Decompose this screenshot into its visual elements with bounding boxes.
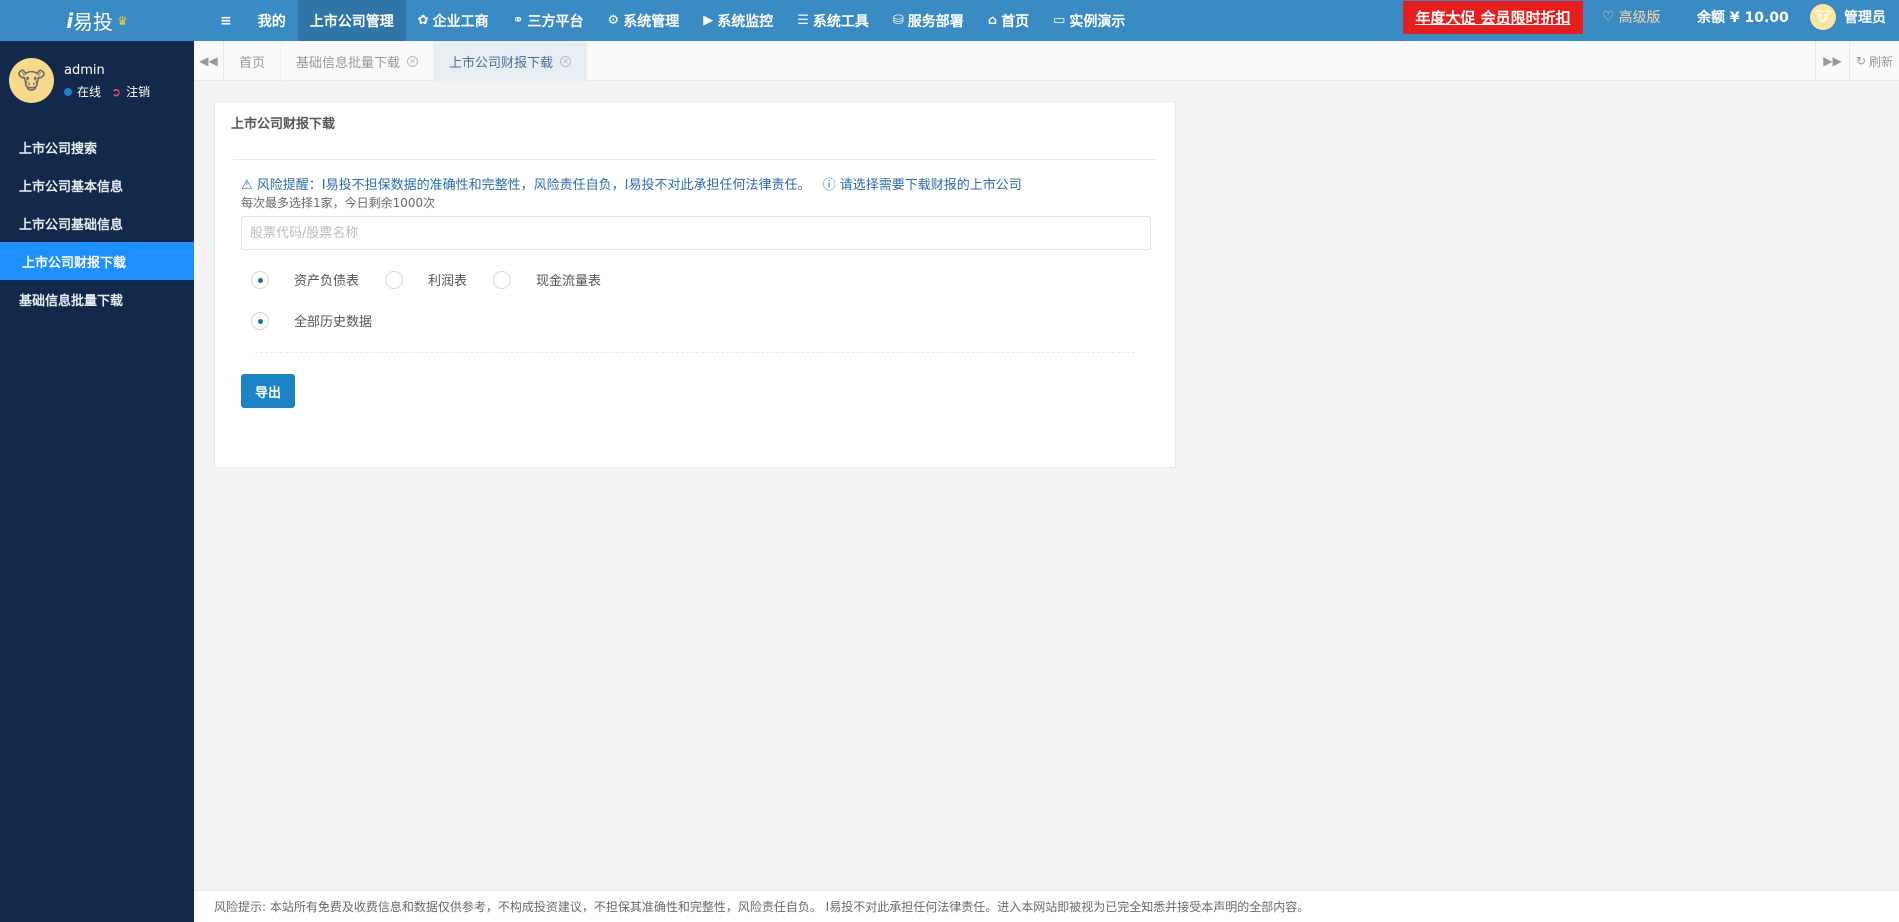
status-label: 在线	[77, 85, 102, 99]
nav-label: 我的	[257, 13, 286, 30]
refresh-icon: ↻	[1855, 54, 1867, 68]
database-icon: ⛁	[892, 13, 904, 28]
nav-item-system-manage[interactable]: ⚙ 系统管理	[596, 0, 692, 41]
user-avatar-icon: 🐮	[1810, 3, 1836, 30]
nav-label: 服务部署	[907, 13, 964, 30]
home-icon: ⌂	[987, 13, 998, 28]
sidebar-item-company-foundation[interactable]: 上市公司基础信息	[0, 204, 194, 242]
sidebar-menu: 上市公司搜索 上市公司基本信息 上市公司基础信息 上市公司财报下载 基础信息批量…	[0, 128, 194, 318]
nav-item-third-party[interactable]: ⚭ 三方平台	[501, 0, 596, 41]
app-logo[interactable]: i 易投 ♛	[0, 0, 194, 41]
panel-title: 上市公司财报下载	[231, 116, 336, 132]
usage-note: 每次最多选择1家，今日剩余1000次	[241, 196, 436, 210]
page-tabs: 首页 基础信息批量下载 ✕ 上市公司财报下载 ✕	[224, 41, 588, 81]
nav-item-mine[interactable]: 我的	[246, 0, 298, 41]
divider	[233, 159, 1157, 160]
nav-label: 实例演示	[1069, 13, 1126, 30]
refresh-label: 刷新	[1869, 54, 1894, 69]
profile-name: admin	[64, 63, 105, 78]
nav-item-system-tools[interactable]: ☰ 系统工具	[785, 0, 881, 41]
sidebar-item-company-search[interactable]: 上市公司搜索	[0, 128, 194, 166]
tab-home[interactable]: 首页	[224, 41, 282, 81]
user-name: 管理员	[1844, 9, 1886, 26]
tabs-scroll-right-icon[interactable]: ▶▶	[1815, 41, 1849, 81]
risk-warning: ⚠ 风险提醒：I易投不担保数据的准确性和完整性，风险责任自负，I易投不对此承担任…	[241, 174, 1022, 193]
radio-label-cash-flow: 现金流量表	[536, 274, 602, 289]
logout-icon[interactable]: ➲	[111, 85, 121, 99]
membership-level[interactable]: ♡ 高级版	[1602, 0, 1661, 33]
user-menu[interactable]: 🐮 管理员	[1810, 0, 1886, 33]
range-group: 全部历史数据	[251, 311, 398, 330]
tab-label: 首页	[239, 55, 266, 71]
nav-label: 三方平台	[527, 13, 584, 30]
avatar[interactable]: 🐮	[9, 58, 54, 103]
main-nav: ≡ 我的 上市公司管理 ✿ 企业工商 ⚭ 三方平台 ⚙ 系统管理 ▶ 系统监控 ☰ 系统工…	[206, 0, 1137, 41]
report-type-group: 资产负债表 利润表 现金流量表	[251, 270, 627, 289]
level-label: 高级版	[1618, 9, 1661, 26]
nav-label: 系统管理	[623, 13, 680, 30]
tab-label: 基础信息批量下载	[296, 55, 401, 71]
monitor-icon: ▭	[1053, 13, 1066, 28]
dashed-divider	[255, 352, 1135, 353]
nav-item-demo[interactable]: ▭ 实例演示	[1041, 0, 1137, 41]
warning-text: 风险提醒：I易投不担保数据的准确性和完整性，风险责任自负，I易投不对此承担任何法…	[256, 178, 811, 193]
nav-label: 系统监控	[717, 13, 774, 30]
sidebar-item-company-basic[interactable]: 上市公司基本信息	[0, 166, 194, 204]
diamond-icon: ♡	[1602, 8, 1615, 25]
radio-cash-flow[interactable]	[493, 270, 512, 289]
close-icon[interactable]: ✕	[560, 55, 572, 67]
menu-toggle-button[interactable]: ≡	[206, 0, 246, 41]
online-dot-icon	[64, 87, 72, 96]
logo-i: i	[66, 8, 74, 33]
enterprise-icon: ✿	[417, 13, 429, 28]
page-tabs-bar: ◀◀ 首页 基础信息批量下载 ✕ 上市公司财报下载 ✕ ▶▶ ↻ 刷新	[194, 41, 1899, 81]
radio-label-all-history: 全部历史数据	[294, 315, 373, 330]
nav-label: 上市公司管理	[309, 13, 394, 30]
nav-label: 首页	[1001, 13, 1030, 30]
sidebar: 🐮 admin 在线 ➲ 注销 上市公司搜索 上市公司基本信息 上市公司基础信息…	[0, 41, 194, 922]
list-icon: ☰	[797, 13, 809, 28]
logout-link[interactable]: 注销	[126, 83, 150, 100]
nav-label: 企业工商	[432, 13, 489, 30]
info-icon: ⓘ	[822, 178, 836, 193]
stock-search-input[interactable]	[241, 216, 1151, 250]
footer-disclaimer: 风险提示: 本站所有免费及收费信息和数据仅供参考，不构成投资建议，不担保其准确性…	[194, 890, 1899, 922]
nav-item-deploy[interactable]: ⛁ 服务部署	[881, 0, 976, 41]
radio-label-income-statement: 利润表	[428, 274, 468, 289]
nav-item-listed-company[interactable]: 上市公司管理	[297, 0, 406, 41]
nav-item-enterprise[interactable]: ✿ 企业工商	[406, 0, 501, 41]
top-navbar: i 易投 ♛ ≡ 我的 上市公司管理 ✿ 企业工商 ⚭ 三方平台 ⚙ 系统管理 ▶ 系统…	[0, 0, 1899, 41]
radio-all-history[interactable]	[251, 311, 269, 330]
export-button[interactable]: 导出	[241, 374, 295, 408]
tabs-right-controls: ▶▶ ↻ 刷新	[1815, 41, 1899, 81]
nav-label: 系统工具	[812, 13, 869, 30]
hint-text: 请选择需要下载财报的上市公司	[839, 178, 1022, 193]
tab-report-download[interactable]: 上市公司财报下载 ✕	[434, 41, 588, 81]
account-balance: 余额 ¥ 10.00	[1697, 9, 1789, 26]
nav-item-system-monitor[interactable]: ▶ 系统监控	[691, 0, 785, 41]
tab-label: 上市公司财报下载	[449, 55, 554, 71]
tab-batch-download[interactable]: 基础信息批量下载 ✕	[281, 41, 435, 81]
gear-icon: ⚙	[607, 13, 620, 28]
nav-item-home[interactable]: ⌂ 首页	[976, 0, 1041, 41]
sidebar-item-batch-download[interactable]: 基础信息批量下载	[0, 280, 194, 318]
crown-icon: ♛	[117, 13, 128, 28]
logo-text: 易投	[73, 10, 114, 34]
hamburger-icon: ≡	[220, 12, 232, 29]
radio-income-statement[interactable]	[385, 270, 404, 289]
sidebar-item-report-download[interactable]: 上市公司财报下载	[0, 242, 194, 280]
radio-balance-sheet[interactable]	[251, 270, 269, 289]
profile-status: 在线 ➲ 注销	[64, 83, 150, 100]
refresh-button[interactable]: ↻ 刷新	[1849, 41, 1899, 81]
close-icon[interactable]: ✕	[407, 55, 419, 67]
video-icon: ▶	[703, 13, 714, 28]
radio-label-balance-sheet: 资产负债表	[294, 274, 360, 289]
warning-icon: ⚠	[241, 178, 253, 193]
cubes-icon: ⚭	[512, 13, 524, 28]
user-profile: 🐮 admin 在线 ➲ 注销	[0, 41, 194, 113]
report-download-panel: 上市公司财报下载 ⚠ 风险提醒：I易投不担保数据的准确性和完整性，风险责任自负，…	[214, 101, 1176, 468]
tabs-scroll-left-icon[interactable]: ◀◀	[194, 41, 224, 81]
promo-banner-link[interactable]: 年度大促 会员限时折扣	[1403, 1, 1583, 34]
